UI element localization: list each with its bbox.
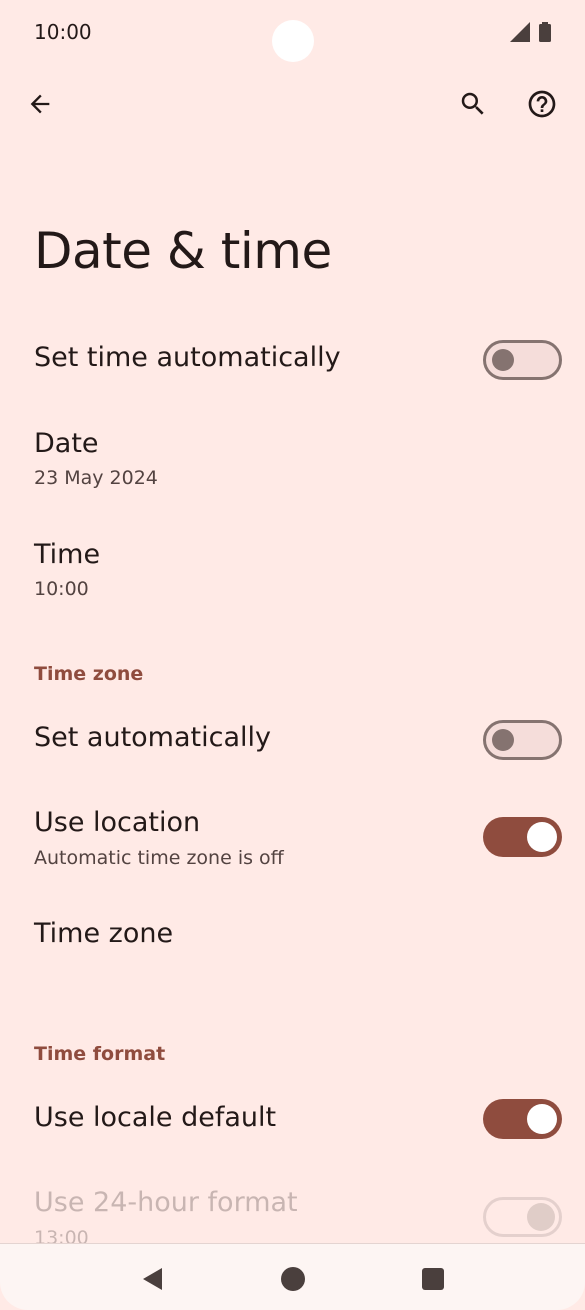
time-row[interactable]: Time 10:00 bbox=[0, 520, 585, 620]
navigation-bar bbox=[0, 1243, 585, 1310]
help-button[interactable] bbox=[518, 80, 566, 128]
use-locale-default-title: Use locale default bbox=[34, 1102, 277, 1133]
set-time-automatically-row[interactable]: Set time automatically bbox=[0, 320, 585, 404]
time-summary: 10:00 bbox=[34, 578, 89, 600]
switch-thumb bbox=[492, 349, 514, 371]
settings-screen: 10:00 Date & time Set time automatically… bbox=[0, 0, 585, 1310]
page-title: Date & time bbox=[34, 222, 332, 280]
switch-thumb bbox=[527, 1203, 555, 1231]
switch-thumb bbox=[527, 822, 557, 852]
status-bar: 10:00 bbox=[0, 0, 585, 64]
use-location-title: Use location bbox=[34, 807, 201, 838]
time-zone-title: Time zone bbox=[34, 918, 174, 949]
nav-back-button[interactable] bbox=[131, 1257, 175, 1301]
arrow-back-icon bbox=[30, 94, 50, 114]
time-title: Time bbox=[34, 539, 101, 570]
nav-back-icon bbox=[143, 1268, 162, 1290]
back-button[interactable] bbox=[16, 80, 64, 128]
time-format-section-header: Time format bbox=[34, 1043, 166, 1065]
set-time-automatically-switch[interactable] bbox=[483, 340, 562, 380]
use-24-hour-format-switch bbox=[483, 1197, 562, 1237]
date-title: Date bbox=[34, 428, 99, 459]
tz-set-automatically-row[interactable]: Set automatically bbox=[0, 700, 585, 784]
toolbar bbox=[0, 72, 585, 136]
tz-set-automatically-switch[interactable] bbox=[483, 720, 562, 760]
search-icon bbox=[461, 92, 484, 115]
time-zone-section-header: Time zone bbox=[34, 663, 144, 685]
use-location-row[interactable]: Use location Automatic time zone is off bbox=[0, 790, 585, 890]
nav-recents-icon bbox=[422, 1268, 444, 1290]
use-location-switch[interactable] bbox=[483, 817, 562, 857]
use-locale-default-row[interactable]: Use locale default bbox=[0, 1080, 585, 1164]
status-time: 10:00 bbox=[34, 20, 92, 44]
use-24-hour-format-summary: 13:00 bbox=[34, 1227, 89, 1243]
date-summary: 23 May 2024 bbox=[34, 467, 158, 489]
help-icon bbox=[528, 90, 556, 118]
tz-set-automatically-title: Set automatically bbox=[34, 722, 271, 753]
search-button[interactable] bbox=[449, 80, 497, 128]
time-zone-row[interactable]: Time zone bbox=[0, 900, 585, 980]
date-row[interactable]: Date 23 May 2024 bbox=[0, 410, 585, 510]
set-time-automatically-title: Set time automatically bbox=[34, 342, 341, 373]
use-24-hour-format-row: Use 24-hour format 13:00 bbox=[0, 1170, 585, 1243]
nav-home-icon bbox=[281, 1267, 305, 1291]
use-location-summary: Automatic time zone is off bbox=[34, 847, 284, 869]
switch-thumb bbox=[527, 1104, 557, 1134]
battery-icon bbox=[539, 22, 551, 42]
nav-home-button[interactable] bbox=[271, 1257, 315, 1301]
camera-cutout bbox=[272, 20, 314, 62]
signal-icon bbox=[510, 22, 530, 42]
switch-thumb bbox=[492, 729, 514, 751]
use-24-hour-format-title: Use 24-hour format bbox=[34, 1187, 298, 1218]
nav-recents-button[interactable] bbox=[411, 1257, 455, 1301]
use-locale-default-switch[interactable] bbox=[483, 1099, 562, 1139]
